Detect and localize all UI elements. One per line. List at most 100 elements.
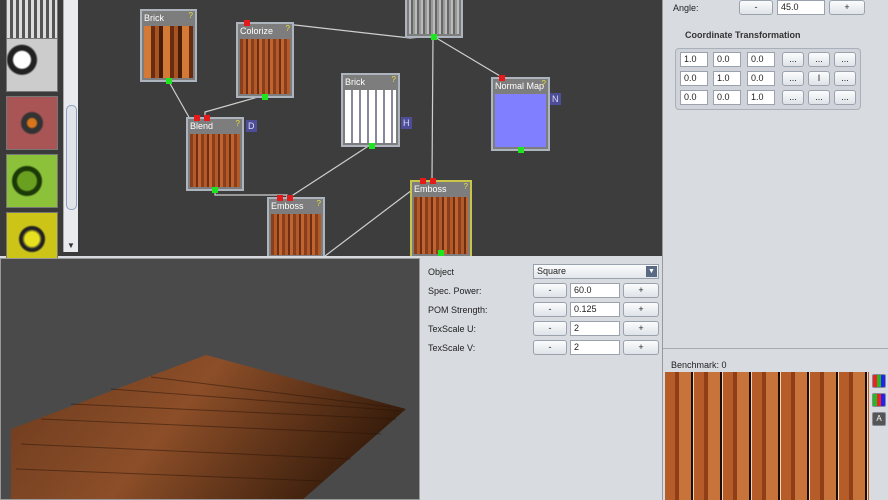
matrix-cell[interactable]: 0.0 <box>713 90 741 105</box>
matrix-cell[interactable]: 0.0 <box>680 71 708 86</box>
connection <box>204 94 266 119</box>
scroll-thumb[interactable] <box>66 105 77 210</box>
chevron-down-icon[interactable]: ▼ <box>646 266 657 277</box>
pom-strength-field[interactable]: 0.125 <box>570 302 620 317</box>
matrix-button[interactable]: ... <box>834 52 856 67</box>
matrix-button[interactable]: ... <box>834 90 856 105</box>
node-preview <box>271 214 321 255</box>
matrix-cell[interactable]: 1.0 <box>713 71 741 86</box>
help-icon[interactable]: ? <box>236 119 240 128</box>
help-icon[interactable]: ? <box>542 79 546 88</box>
help-icon[interactable]: ? <box>464 182 468 191</box>
matrix-cell[interactable]: 0.0 <box>713 52 741 67</box>
output-port[interactable] <box>431 34 437 40</box>
matrix-button[interactable]: ... <box>782 90 804 105</box>
benchmark-label: Benchmark: 0 <box>671 360 727 370</box>
connection <box>289 144 371 198</box>
texture-preview <box>665 372 869 500</box>
angle-increment[interactable]: + <box>829 0 865 15</box>
spec-power-decrement[interactable]: - <box>533 283 567 298</box>
pom-strength-increment[interactable]: + <box>623 302 659 317</box>
coordinate-transformation-group: 1.0 0.0 0.0 ... ... ... 0.0 1.0 0.0 ... … <box>675 48 861 110</box>
node-colorize[interactable]: Colorize? <box>236 20 294 100</box>
output-port[interactable] <box>166 78 172 84</box>
node-brick-2[interactable]: Brick? <box>341 73 400 149</box>
texscale-u-increment[interactable]: + <box>623 321 659 336</box>
texture-library: ▼ <box>0 0 80 266</box>
matrix-cell[interactable]: 1.0 <box>680 52 708 67</box>
connection <box>431 35 434 181</box>
3d-preview-viewport[interactable] <box>0 258 420 500</box>
matrix-cell[interactable]: 0.0 <box>680 90 708 105</box>
texscale-v-increment[interactable]: + <box>623 340 659 355</box>
help-icon[interactable]: ? <box>286 24 290 33</box>
pom-strength-label: POM Strength: <box>428 305 488 315</box>
matrix-cell[interactable]: 1.0 <box>747 90 775 105</box>
library-texture-marble[interactable] <box>6 38 58 92</box>
node-preview <box>190 134 240 187</box>
library-texture-cells[interactable] <box>6 154 58 208</box>
output-port[interactable] <box>438 250 444 256</box>
help-icon[interactable]: ? <box>189 11 193 20</box>
connection <box>324 183 421 256</box>
output-port[interactable] <box>518 147 524 153</box>
output-port[interactable] <box>369 143 375 149</box>
node-title: Brick <box>345 77 365 87</box>
node-brick-1[interactable]: Brick? <box>140 9 197 84</box>
spec-power-field[interactable]: 60.0 <box>570 283 620 298</box>
channel-tag-height: H <box>401 117 412 129</box>
connection <box>432 35 501 77</box>
object-select-value: Square <box>537 266 567 276</box>
node-title: Blend <box>190 121 214 131</box>
node-graph-canvas[interactable]: Brick? Colorize? Blend? D Brick? H Norma… <box>80 0 662 256</box>
matrix-cell[interactable]: 0.0 <box>747 71 775 86</box>
node-title: Emboss <box>271 201 304 211</box>
matrix-button[interactable]: ... <box>808 52 830 67</box>
textured-floor-plane <box>11 355 406 499</box>
node-emboss-2-selected[interactable]: Emboss? <box>410 178 472 256</box>
normal-channel-icon[interactable] <box>872 393 886 407</box>
node-noise-texture[interactable] <box>405 0 463 40</box>
object-label: Object <box>428 267 455 277</box>
texscale-u-decrement[interactable]: - <box>533 321 567 336</box>
divider <box>663 348 888 349</box>
matrix-button[interactable]: ... <box>808 90 830 105</box>
help-icon[interactable]: ? <box>317 199 321 208</box>
node-preview <box>144 26 193 78</box>
help-icon[interactable]: ? <box>392 75 396 84</box>
spec-power-increment[interactable]: + <box>623 283 659 298</box>
texscale-u-label: TexScale U: <box>428 324 477 334</box>
rgb-channel-icon[interactable] <box>872 374 886 388</box>
node-title: Emboss <box>414 184 447 194</box>
object-select[interactable]: Square ▼ <box>533 264 659 279</box>
node-preview <box>240 39 290 94</box>
texscale-v-decrement[interactable]: - <box>533 340 567 355</box>
texscale-u-field[interactable]: 2 <box>570 321 620 336</box>
angle-field[interactable]: 45.0 <box>777 0 825 15</box>
channel-tag-diffuse: D <box>246 120 257 132</box>
texscale-v-label: TexScale V: <box>428 343 476 353</box>
node-title: Brick <box>144 13 164 23</box>
node-title: Normal Map <box>495 81 545 91</box>
alpha-channel-icon[interactable]: A <box>872 412 886 426</box>
node-emboss-1[interactable]: Emboss? <box>267 195 325 256</box>
node-preview <box>414 197 468 254</box>
library-texture-lava[interactable] <box>6 96 58 150</box>
pom-strength-decrement[interactable]: - <box>533 302 567 317</box>
node-preview <box>409 0 459 34</box>
matrix-button[interactable]: ... <box>834 71 856 86</box>
matrix-identity-button[interactable]: I <box>808 71 830 86</box>
library-scrollbar[interactable]: ▼ <box>63 0 78 252</box>
node-blend[interactable]: Blend? <box>186 115 244 193</box>
matrix-cell[interactable]: 0.0 <box>747 52 775 67</box>
angle-decrement[interactable]: - <box>739 0 773 15</box>
node-preview <box>345 90 396 143</box>
matrix-button[interactable]: ... <box>782 71 804 86</box>
texscale-v-field[interactable]: 2 <box>570 340 620 355</box>
node-normal-map[interactable]: Normal Map? <box>491 75 550 153</box>
scroll-down-icon[interactable]: ▼ <box>67 241 75 250</box>
output-port[interactable] <box>262 94 268 100</box>
output-port[interactable] <box>212 187 218 193</box>
matrix-button[interactable]: ... <box>782 52 804 67</box>
node-title: Colorize <box>240 26 274 36</box>
